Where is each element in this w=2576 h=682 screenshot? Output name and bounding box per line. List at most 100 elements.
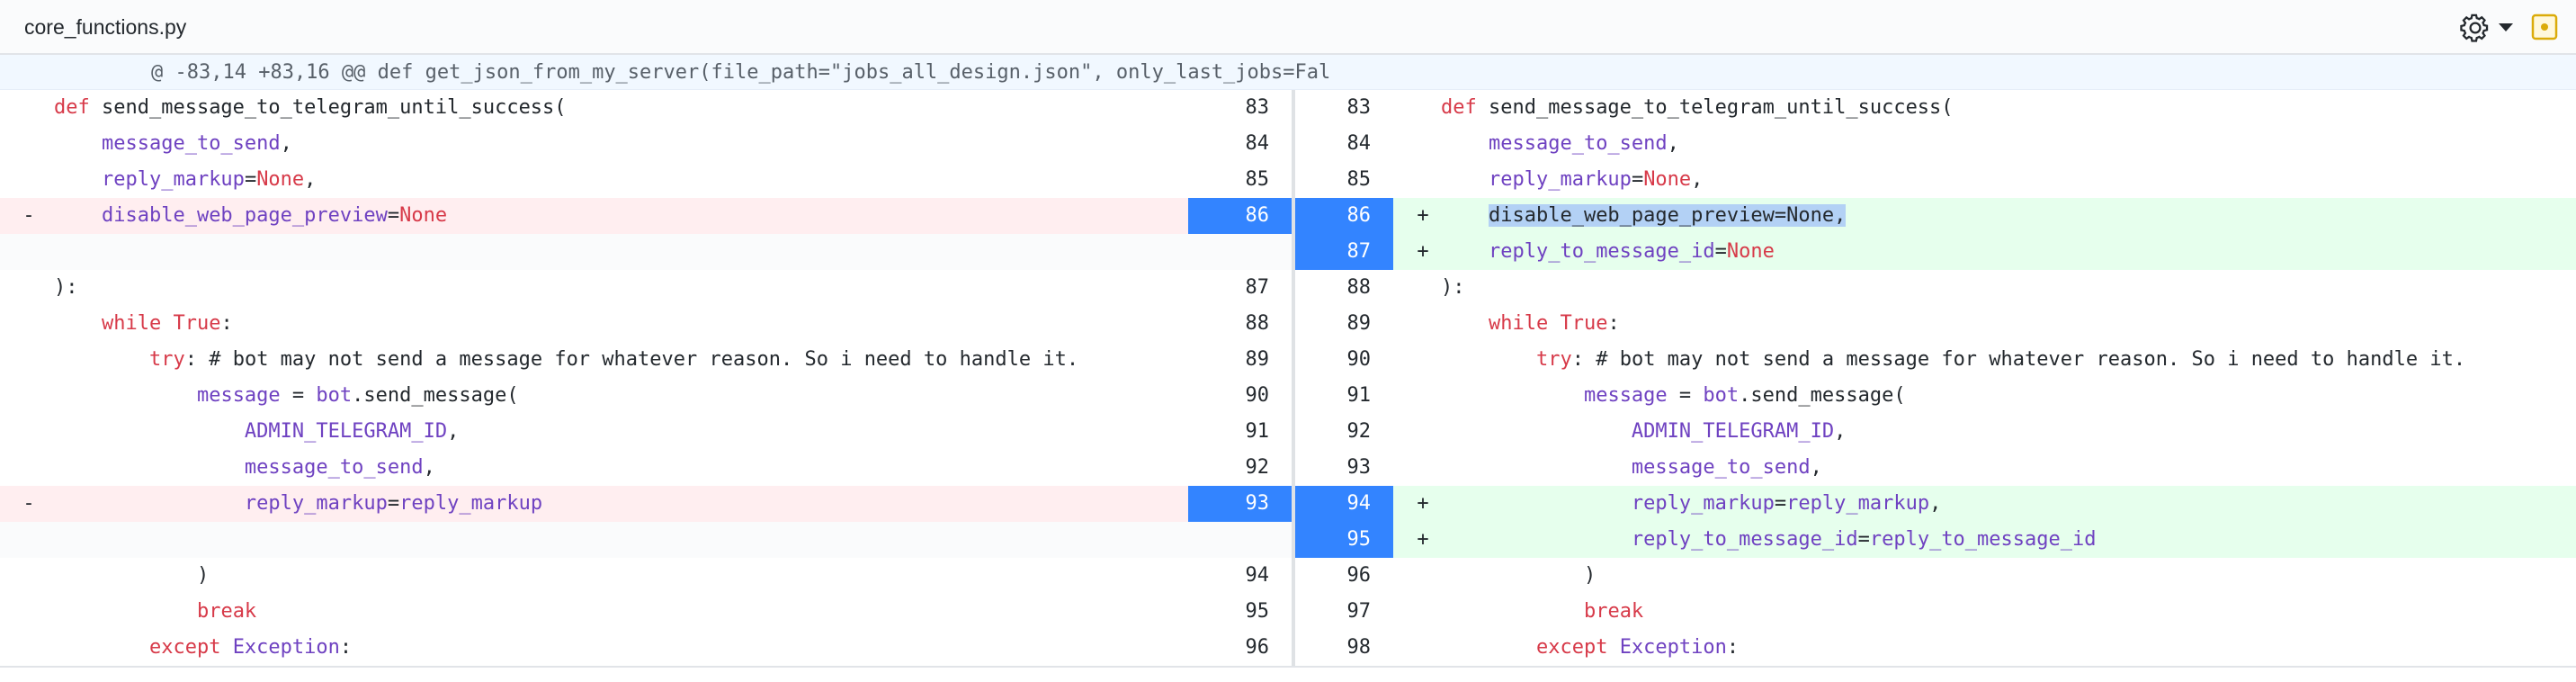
right-line-number[interactable]: 88 — [1295, 270, 1393, 306]
code-token: , — [423, 456, 435, 479]
code-token: : # bot may not send a message for whate… — [1571, 348, 2466, 371]
right-line-number[interactable]: 93 — [1295, 450, 1393, 486]
left-line-number[interactable] — [1188, 234, 1292, 270]
left-code-cell: def send_message_to_telegram_until_succe… — [0, 90, 1188, 126]
left-line-number[interactable]: 84 — [1188, 126, 1292, 162]
left-line-number[interactable]: 94 — [1188, 558, 1292, 594]
code-token: break — [1583, 600, 1644, 623]
left-line-number[interactable]: 83 — [1188, 90, 1292, 126]
right-line-number[interactable]: 92 — [1295, 414, 1393, 450]
left-code-cell — [0, 522, 1188, 558]
code-token: message_to_send — [1631, 456, 1811, 479]
left-code-line: disable_web_page_preview=None — [54, 198, 447, 234]
right-line-number[interactable]: 95 — [1295, 522, 1393, 558]
notification-icon[interactable] — [2530, 13, 2559, 41]
code-token: message — [1583, 384, 1668, 407]
code-token: except — [148, 636, 233, 659]
left-code-cell: ADMIN_TELEGRAM_ID, — [0, 414, 1188, 450]
code-token: message_to_send — [1488, 132, 1668, 155]
code-token: .send_message( — [352, 384, 519, 407]
left-line-number[interactable]: 90 — [1188, 378, 1292, 414]
right-line-number[interactable]: 89 — [1295, 306, 1393, 342]
right-code-cell: reply_markup=None, — [1393, 162, 2576, 198]
code-token: break — [196, 600, 257, 623]
left-line-number[interactable]: 91 — [1188, 414, 1292, 450]
code-token: = — [1857, 528, 1870, 551]
diff-row: break 95 97 break — [0, 594, 2576, 630]
right-line-number[interactable]: 96 — [1295, 558, 1393, 594]
left-code-line: ADMIN_TELEGRAM_ID, — [54, 414, 459, 450]
code-token: : — [339, 636, 353, 659]
addition-marker: + — [1417, 204, 1429, 227]
right-code-line: def send_message_to_telegram_until_succe… — [1441, 90, 1954, 126]
left-line-number[interactable] — [1188, 522, 1292, 558]
code-token: ADMIN_TELEGRAM_ID — [244, 420, 448, 443]
code-token: reply_markup — [1786, 492, 1930, 515]
right-code-line: message_to_send, — [1441, 450, 1822, 486]
left-line-number[interactable]: 92 — [1188, 450, 1292, 486]
addition-marker: + — [1417, 528, 1429, 551]
right-line-number[interactable]: 94 — [1295, 486, 1393, 522]
code-token: ) — [1441, 564, 1597, 587]
right-line-number[interactable]: 86 — [1295, 198, 1393, 234]
right-line-number[interactable]: 84 — [1295, 126, 1393, 162]
right-line-number[interactable]: 91 — [1295, 378, 1393, 414]
left-line-number[interactable]: 87 — [1188, 270, 1292, 306]
right-line-number[interactable]: 87 — [1295, 234, 1393, 270]
code-token: while — [101, 312, 174, 335]
code-token: ADMIN_TELEGRAM_ID — [1631, 420, 1835, 443]
code-token: , — [447, 420, 460, 443]
right-code-line: except Exception: — [1441, 630, 1739, 666]
right-code-cell: break — [1393, 594, 2576, 630]
right-line-number[interactable]: 83 — [1295, 90, 1393, 126]
code-token: : — [220, 312, 233, 335]
left-line-number[interactable]: 93 — [1188, 486, 1292, 522]
right-code-cell: message = bot.send_message( — [1393, 378, 2576, 414]
right-code-line: reply_markup=None, — [1441, 162, 1703, 198]
right-code-line: message = bot.send_message( — [1441, 378, 1906, 414]
left-line-number[interactable]: 88 — [1188, 306, 1292, 342]
gear-icon[interactable] — [2460, 13, 2491, 43]
diff-row: message_to_send, 92 93 message_to_send, — [0, 450, 2576, 486]
divider — [0, 666, 2576, 668]
code-token: = — [1774, 492, 1787, 515]
right-code-cell: while True: — [1393, 306, 2576, 342]
diff-row: ) 94 96 ) — [0, 558, 2576, 594]
deletion-marker: - — [22, 492, 35, 515]
code-token: reply_markup — [399, 492, 543, 515]
left-code-cell — [0, 234, 1188, 270]
left-line-number[interactable]: 95 — [1188, 594, 1292, 630]
code-token: None — [256, 168, 305, 191]
chevron-down-icon[interactable] — [2499, 23, 2513, 31]
code-token: , — [1667, 132, 1679, 155]
left-code-line: def send_message_to_telegram_until_succe… — [54, 90, 567, 126]
left-line-number[interactable]: 86 — [1188, 198, 1292, 234]
right-line-number[interactable]: 98 — [1295, 630, 1393, 666]
addition-marker: + — [1417, 492, 1429, 515]
hunk-header-text: @ -83,14 +83,16 @@ def get_json_from_my_… — [151, 61, 1331, 84]
code-token: send_message_to_telegram_until_success( — [101, 96, 567, 119]
code-token: : — [1726, 636, 1740, 659]
left-line-number[interactable]: 96 — [1188, 630, 1292, 666]
right-line-number[interactable]: 90 — [1295, 342, 1393, 378]
code-token: disable_web_page_preview=None, — [1488, 204, 1847, 227]
code-token: Exception — [1619, 636, 1727, 659]
left-line-number[interactable]: 85 — [1188, 162, 1292, 198]
code-token: : # bot may not send a message for whate… — [184, 348, 1079, 371]
right-line-number[interactable]: 97 — [1295, 594, 1393, 630]
code-token: None — [1726, 240, 1775, 263]
left-line-number[interactable]: 89 — [1188, 342, 1292, 378]
file-name[interactable]: core_functions.py — [24, 15, 186, 40]
diff-row: reply_markup=None, 85 85 reply_markup=None… — [0, 162, 2576, 198]
right-code-cell: ) — [1393, 558, 2576, 594]
right-line-number[interactable]: 85 — [1295, 162, 1393, 198]
